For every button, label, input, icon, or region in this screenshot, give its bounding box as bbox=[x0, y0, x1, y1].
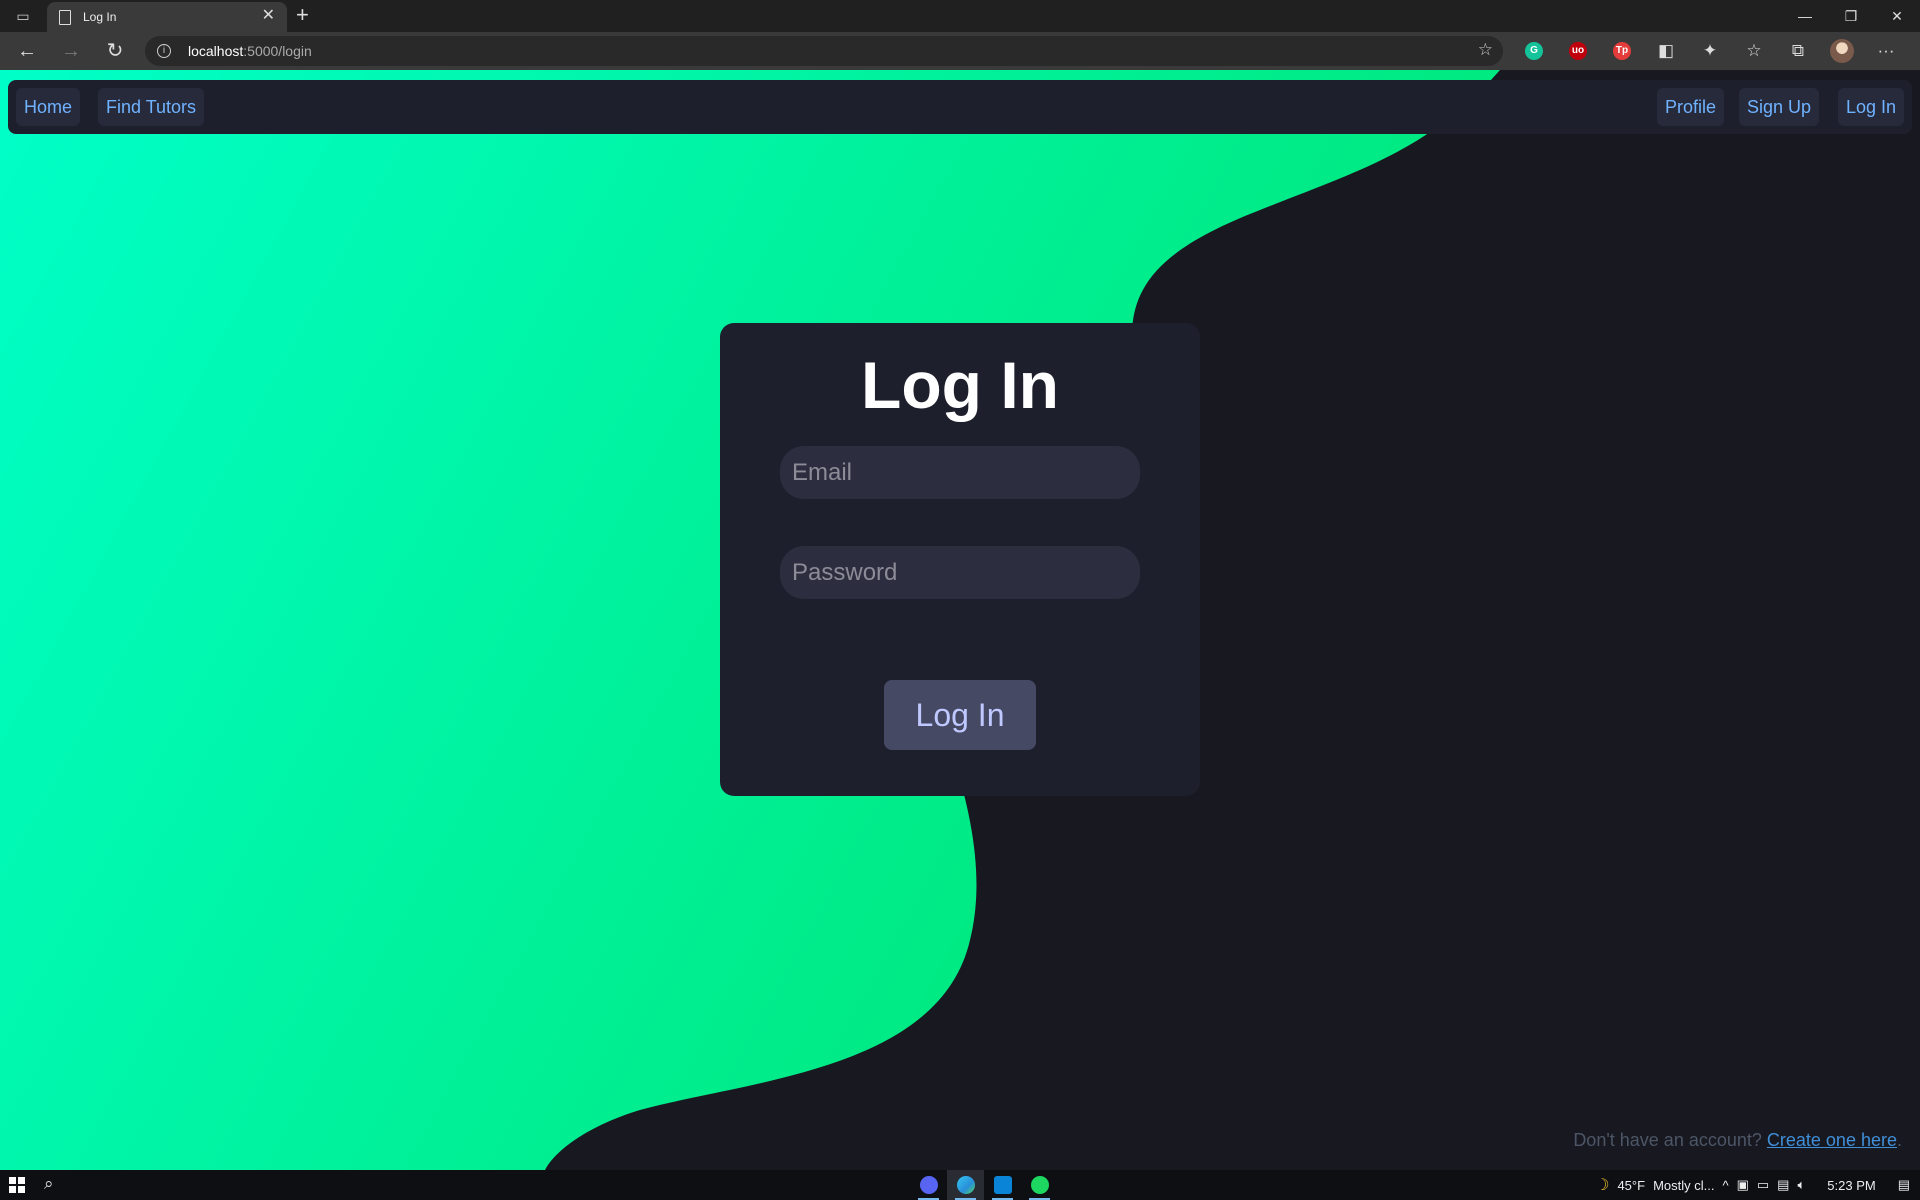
site-navbar: Home Find Tutors Profile Sign Up Log In bbox=[8, 80, 1912, 134]
back-icon[interactable]: ← bbox=[12, 38, 42, 64]
meet-now-icon[interactable]: ▣ bbox=[1737, 1177, 1749, 1193]
close-tab-icon[interactable]: ✕ bbox=[262, 7, 275, 25]
taskbar-apps bbox=[910, 1170, 1058, 1200]
page-viewport: Home Find Tutors Profile Sign Up Log In … bbox=[0, 70, 1920, 1170]
extensions-puzzle-icon[interactable]: ✦ bbox=[1688, 36, 1732, 66]
create-account-link[interactable]: Create one here bbox=[1767, 1130, 1897, 1150]
browser-tab-bar: ▭ Log In ✕ + — ❐ ✕ bbox=[0, 0, 1920, 32]
login-card: Log In Log In bbox=[720, 323, 1200, 796]
tray-chevron-icon[interactable]: ^ bbox=[1722, 1178, 1728, 1193]
restore-icon[interactable]: ❐ bbox=[1828, 0, 1874, 32]
windows-start-icon[interactable] bbox=[9, 1177, 25, 1193]
tp-icon[interactable]: Tp bbox=[1600, 36, 1644, 66]
grammarly-icon[interactable]: G bbox=[1512, 36, 1556, 66]
window-controls: — ❐ ✕ bbox=[1782, 0, 1920, 32]
nav-find-tutors-link[interactable]: Find Tutors bbox=[98, 88, 205, 126]
discord-icon[interactable] bbox=[910, 1170, 947, 1200]
os-taskbar: ⌕ ☽ 45°F Mostly cl... ^ ▣ ▭ ▤ 🔈︎ 5:23 PM… bbox=[0, 1170, 1920, 1200]
refresh-icon[interactable]: ↻ bbox=[100, 38, 130, 64]
weather-text[interactable]: Mostly cl... bbox=[1653, 1178, 1714, 1193]
nav-home-link[interactable]: Home bbox=[16, 88, 81, 126]
volume-icon[interactable]: 🔈︎ bbox=[1797, 1177, 1805, 1193]
minimize-icon[interactable]: — bbox=[1782, 0, 1828, 32]
tab-title: Log In bbox=[83, 10, 117, 24]
forward-icon[interactable]: → bbox=[56, 38, 86, 64]
network-icon[interactable]: ▤ bbox=[1777, 1177, 1789, 1193]
battery-icon[interactable]: ▭ bbox=[1757, 1177, 1769, 1193]
notifications-icon[interactable]: ▤ bbox=[1898, 1177, 1910, 1193]
extensions-row: G uo Tp ◧ ✦ ☆ ⧉ ··· bbox=[1512, 36, 1908, 66]
login-submit-button[interactable]: Log In bbox=[884, 680, 1036, 750]
profile-avatar[interactable] bbox=[1820, 36, 1864, 66]
email-input[interactable] bbox=[780, 446, 1140, 499]
tab-actions-icon[interactable]: ▭ bbox=[10, 6, 36, 26]
site-info-icon[interactable]: i bbox=[157, 44, 171, 58]
browser-tab[interactable]: Log In ✕ bbox=[47, 2, 287, 32]
extension-cube-icon[interactable]: ◧ bbox=[1644, 36, 1688, 66]
weather-temp[interactable]: 45°F bbox=[1617, 1178, 1645, 1193]
ublock-icon[interactable]: uo bbox=[1556, 36, 1600, 66]
url-text: localhost:5000/login bbox=[188, 43, 312, 59]
edge-icon[interactable] bbox=[947, 1170, 984, 1200]
weather-moon-icon[interactable]: ☽ bbox=[1595, 1175, 1609, 1195]
browser-toolbar: ← → ↻ i localhost:5000/login ☆ G uo Tp ◧… bbox=[0, 32, 1920, 70]
password-input[interactable] bbox=[780, 546, 1140, 599]
nav-log-in-link[interactable]: Log In bbox=[1838, 88, 1905, 126]
favorites-icon[interactable]: ☆ bbox=[1732, 36, 1776, 66]
address-bar[interactable]: i localhost:5000/login ☆ bbox=[145, 36, 1503, 66]
system-tray: ☽ 45°F Mostly cl... ^ ▣ ▭ ▤ 🔈︎ 5:23 PM ▤ bbox=[1595, 1170, 1920, 1200]
vscode-icon[interactable] bbox=[984, 1170, 1021, 1200]
nav-sign-up-link[interactable]: Sign Up bbox=[1739, 88, 1820, 126]
close-window-icon[interactable]: ✕ bbox=[1874, 0, 1920, 32]
search-icon[interactable]: ⌕ bbox=[44, 1174, 54, 1194]
signup-prompt: Don't have an account? Create one here. bbox=[1573, 1130, 1902, 1150]
collections-icon[interactable]: ⧉ bbox=[1776, 36, 1820, 66]
new-tab-icon[interactable]: + bbox=[296, 3, 309, 27]
clock[interactable]: 5:23 PM bbox=[1813, 1178, 1889, 1193]
nav-profile-link[interactable]: Profile bbox=[1657, 88, 1725, 126]
page-icon bbox=[59, 10, 71, 25]
add-favorite-icon[interactable]: ☆ bbox=[1478, 40, 1493, 60]
more-menu-icon[interactable]: ··· bbox=[1864, 36, 1908, 66]
spotify-icon[interactable] bbox=[1021, 1170, 1058, 1200]
login-title: Log In bbox=[861, 348, 1059, 422]
